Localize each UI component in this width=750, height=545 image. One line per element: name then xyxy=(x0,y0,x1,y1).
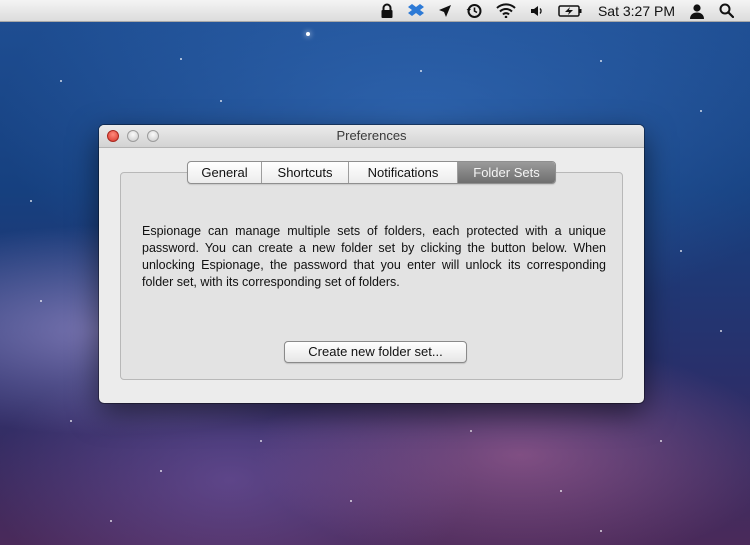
star xyxy=(350,500,352,502)
star xyxy=(40,300,42,302)
menu-bar: Sat 3:27 PM xyxy=(0,0,750,22)
star xyxy=(160,470,162,472)
tab-notifications[interactable]: Notifications xyxy=(349,162,458,183)
star xyxy=(600,60,602,62)
lock-icon[interactable] xyxy=(380,0,394,22)
tab-general[interactable]: General xyxy=(188,162,262,183)
battery-icon[interactable] xyxy=(558,0,582,22)
star xyxy=(70,420,72,422)
star xyxy=(110,520,112,522)
window-title: Preferences xyxy=(336,128,407,143)
star xyxy=(420,70,422,72)
star xyxy=(470,430,472,432)
tab-bar: General Shortcuts Notifications Folder S… xyxy=(187,161,556,184)
wifi-icon[interactable] xyxy=(496,0,516,22)
location-arrow-icon[interactable] xyxy=(438,0,452,22)
preferences-window: Preferences General Shortcuts Notificati… xyxy=(99,125,644,403)
star xyxy=(60,80,62,82)
spotlight-search-icon[interactable] xyxy=(719,0,734,22)
dropbox-icon[interactable] xyxy=(407,0,424,22)
volume-icon[interactable] xyxy=(530,0,544,22)
tab-folder-sets[interactable]: Folder Sets xyxy=(458,162,555,183)
star xyxy=(720,330,722,332)
time-machine-icon[interactable] xyxy=(466,0,482,22)
star xyxy=(306,32,310,36)
window-titlebar[interactable]: Preferences xyxy=(99,125,644,148)
menu-bar-clock[interactable]: Sat 3:27 PM xyxy=(598,3,675,19)
star xyxy=(220,100,222,102)
user-icon[interactable] xyxy=(689,0,705,22)
create-new-folder-set-button[interactable]: Create new folder set... xyxy=(284,341,467,363)
folder-sets-description: Espionage can manage multiple sets of fo… xyxy=(142,224,606,289)
star xyxy=(260,440,262,442)
star xyxy=(560,490,562,492)
star xyxy=(600,530,602,532)
star xyxy=(700,110,702,112)
star xyxy=(30,200,32,202)
star xyxy=(180,58,182,60)
star xyxy=(660,440,662,442)
star xyxy=(680,250,682,252)
tab-shortcuts[interactable]: Shortcuts xyxy=(262,162,349,183)
